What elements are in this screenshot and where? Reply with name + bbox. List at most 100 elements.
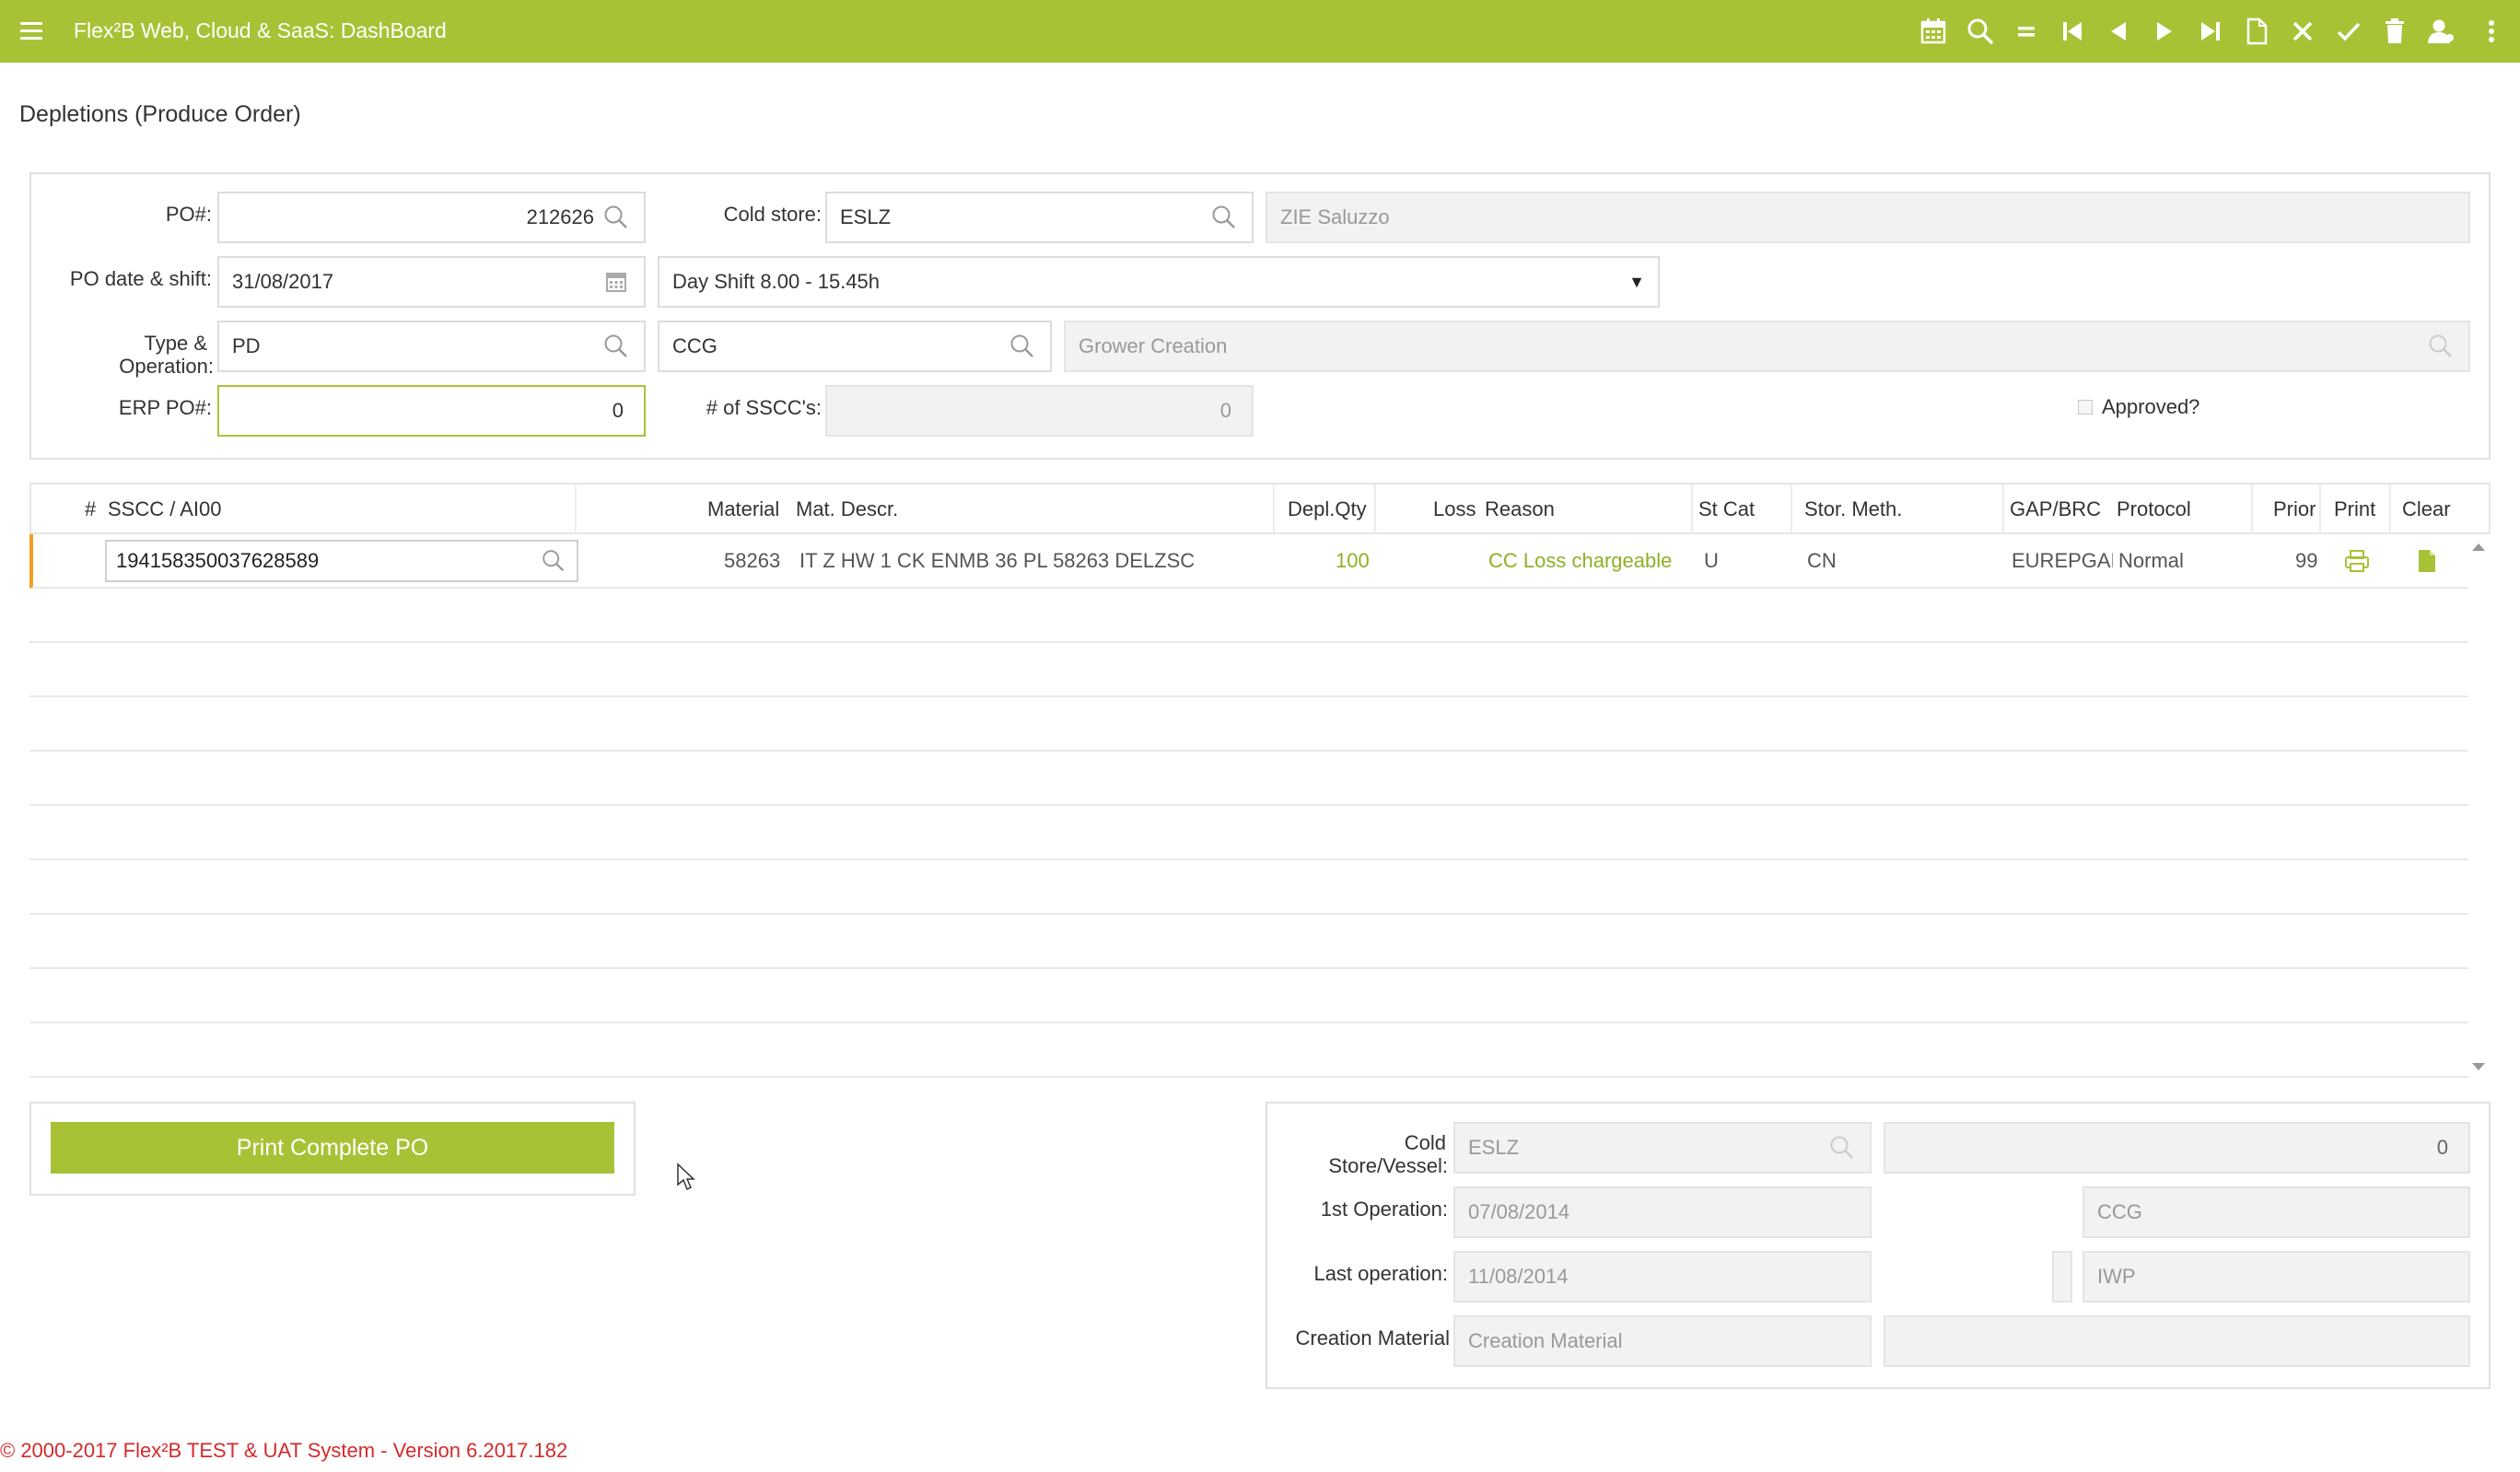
type-field[interactable]: PD (217, 321, 646, 372)
cell-prior: 99 (2295, 549, 2318, 572)
col-header-mat-descr[interactable]: Mat. Descr. (796, 497, 898, 521)
col-header-material[interactable]: Material (707, 497, 779, 521)
col-header-protocol[interactable]: Protocol (2117, 497, 2191, 521)
col-header-depl-qty[interactable]: Depl.Qty (1288, 497, 1367, 521)
erp-po-label: ERP PO#: (118, 396, 212, 419)
hamburger-menu-icon[interactable] (18, 17, 46, 44)
user-icon[interactable] (2425, 16, 2456, 47)
search-icon[interactable] (1209, 203, 1239, 232)
creation-material-desc-field (1884, 1315, 2470, 1367)
table-row (29, 1023, 2468, 1078)
creation-material-field: Creation Material (1453, 1315, 1872, 1367)
col-header-print[interactable]: Print (2334, 497, 2375, 521)
table-row (29, 752, 2468, 806)
search-icon (2426, 332, 2456, 361)
app-title: Flex²B Web, Cloud & SaaS: DashBoard (74, 18, 447, 42)
col-header-loss[interactable]: Loss (1433, 497, 1476, 521)
dropdown-caret-icon[interactable]: ▼ (1628, 273, 1645, 292)
scroll-down-icon[interactable] (2472, 1063, 2485, 1070)
col-header-stor-meth[interactable]: Stor. Meth. (1804, 497, 1902, 521)
clear-document-icon[interactable] (2415, 547, 2439, 575)
delete-icon[interactable] (2379, 16, 2410, 47)
column-divider[interactable] (575, 485, 577, 534)
calendar-icon[interactable] (1918, 16, 1949, 47)
sscc-count-field: 0 (825, 385, 1254, 437)
next-record-icon[interactable] (2149, 16, 2180, 47)
table-row[interactable]: 194158350037628589 58263 IT Z HW 1 CK EN… (29, 534, 2468, 589)
approved-checkbox[interactable] (2078, 400, 2093, 415)
table-row (29, 643, 2468, 697)
table-row (29, 589, 2468, 643)
cold-store-vessel-label-line2: Store/Vessel: (1328, 1154, 1448, 1177)
cancel-icon[interactable] (2287, 16, 2318, 47)
cell-st-cat: U (1704, 549, 1719, 572)
col-header-index[interactable]: # (85, 497, 96, 521)
table-row (29, 969, 2468, 1023)
cell-reason[interactable]: CC Loss chargeable (1488, 549, 1672, 573)
first-operation-label: 1st Operation: (1320, 1197, 1448, 1221)
grid-body: 194158350037628589 58263 IT Z HW 1 CK EN… (29, 534, 2468, 1080)
scroll-up-icon[interactable] (2472, 543, 2485, 551)
first-operation-code-field: CCG (2082, 1186, 2470, 1238)
type-operation-label-line2: Operation: (119, 355, 214, 378)
column-divider[interactable] (2251, 485, 2253, 534)
calendar-icon[interactable] (601, 267, 631, 297)
column-divider[interactable] (1273, 485, 1275, 534)
cold-store-field[interactable]: ESLZ (825, 192, 1254, 243)
print-icon[interactable] (2343, 547, 2371, 575)
previous-record-icon[interactable] (2103, 16, 2134, 47)
last-record-icon[interactable] (2195, 16, 2226, 47)
column-divider[interactable] (2002, 485, 2004, 534)
search-icon[interactable] (601, 332, 631, 361)
print-complete-po-button[interactable]: Print Complete PO (51, 1122, 614, 1174)
first-operation-date-field: 07/08/2014 (1453, 1186, 1872, 1238)
table-row (29, 697, 2468, 752)
footer-copyright: © 2000-2017 Flex²B TEST & UAT System - V… (0, 1439, 568, 1462)
search-icon[interactable] (1965, 16, 1996, 47)
cell-stor-meth: CN (1807, 549, 1837, 572)
col-header-prior[interactable]: Prior (2273, 497, 2316, 521)
last-operation-flag-field (2052, 1251, 2072, 1303)
cold-store-vessel-field: ESLZ (1453, 1122, 1872, 1174)
last-operation-code-field: IWP (2082, 1251, 2470, 1303)
search-icon[interactable] (601, 203, 631, 232)
more-vertical-icon[interactable] (2476, 16, 2494, 47)
col-header-sscc[interactable]: SSCC / AI00 (108, 497, 222, 521)
sscc-input[interactable]: 194158350037628589 (105, 540, 578, 582)
column-divider[interactable] (2319, 485, 2321, 534)
operation-field[interactable]: CCG (658, 321, 1052, 372)
cold-store-name-field: ZIE Saluzzo (1266, 192, 2470, 243)
confirm-icon[interactable] (2333, 16, 2364, 47)
search-icon[interactable] (1008, 332, 1037, 361)
top-bar: Flex²B Web, Cloud & SaaS: DashBoard (0, 0, 2520, 63)
sscc-count-label: # of SSCC's: (706, 396, 822, 419)
col-header-clear[interactable]: Clear (2402, 497, 2451, 521)
erp-po-field[interactable]: 0 (217, 385, 646, 437)
col-header-reason[interactable]: Reason (1485, 497, 1555, 521)
table-row (29, 915, 2468, 969)
column-divider[interactable] (1691, 485, 1693, 534)
cell-material: 58263 (724, 549, 781, 572)
grid-scrollbar[interactable] (2468, 534, 2491, 1080)
equals-icon[interactable] (2011, 16, 2042, 47)
search-icon[interactable] (540, 547, 567, 575)
col-header-gap-brc[interactable]: GAP/BRC (2010, 497, 2101, 521)
cell-protocol: Normal (2118, 549, 2184, 572)
approved-label: Approved? (2102, 395, 2200, 418)
grid-header: # SSCC / AI00 Material Mat. Descr. Depl.… (29, 483, 2491, 534)
po-number-field[interactable]: 212626 (217, 192, 646, 243)
first-record-icon[interactable] (2057, 16, 2088, 47)
column-divider[interactable] (1374, 485, 1376, 534)
column-divider[interactable] (2389, 485, 2391, 534)
new-document-icon[interactable] (2241, 16, 2272, 47)
table-row (29, 806, 2468, 860)
po-date-field[interactable]: 31/08/2017 (217, 256, 646, 308)
cell-depl-qty[interactable]: 100 (1336, 549, 1370, 573)
po-date-shift-label: PO date & shift: (69, 267, 212, 290)
shift-select[interactable]: Day Shift 8.00 - 15.45h ▼ (658, 256, 1660, 308)
mouse-cursor-icon (676, 1162, 696, 1192)
column-divider[interactable] (1791, 485, 1792, 534)
search-icon (1827, 1133, 1857, 1162)
col-header-st-cat[interactable]: St Cat (1698, 497, 1755, 521)
table-row (29, 860, 2468, 915)
